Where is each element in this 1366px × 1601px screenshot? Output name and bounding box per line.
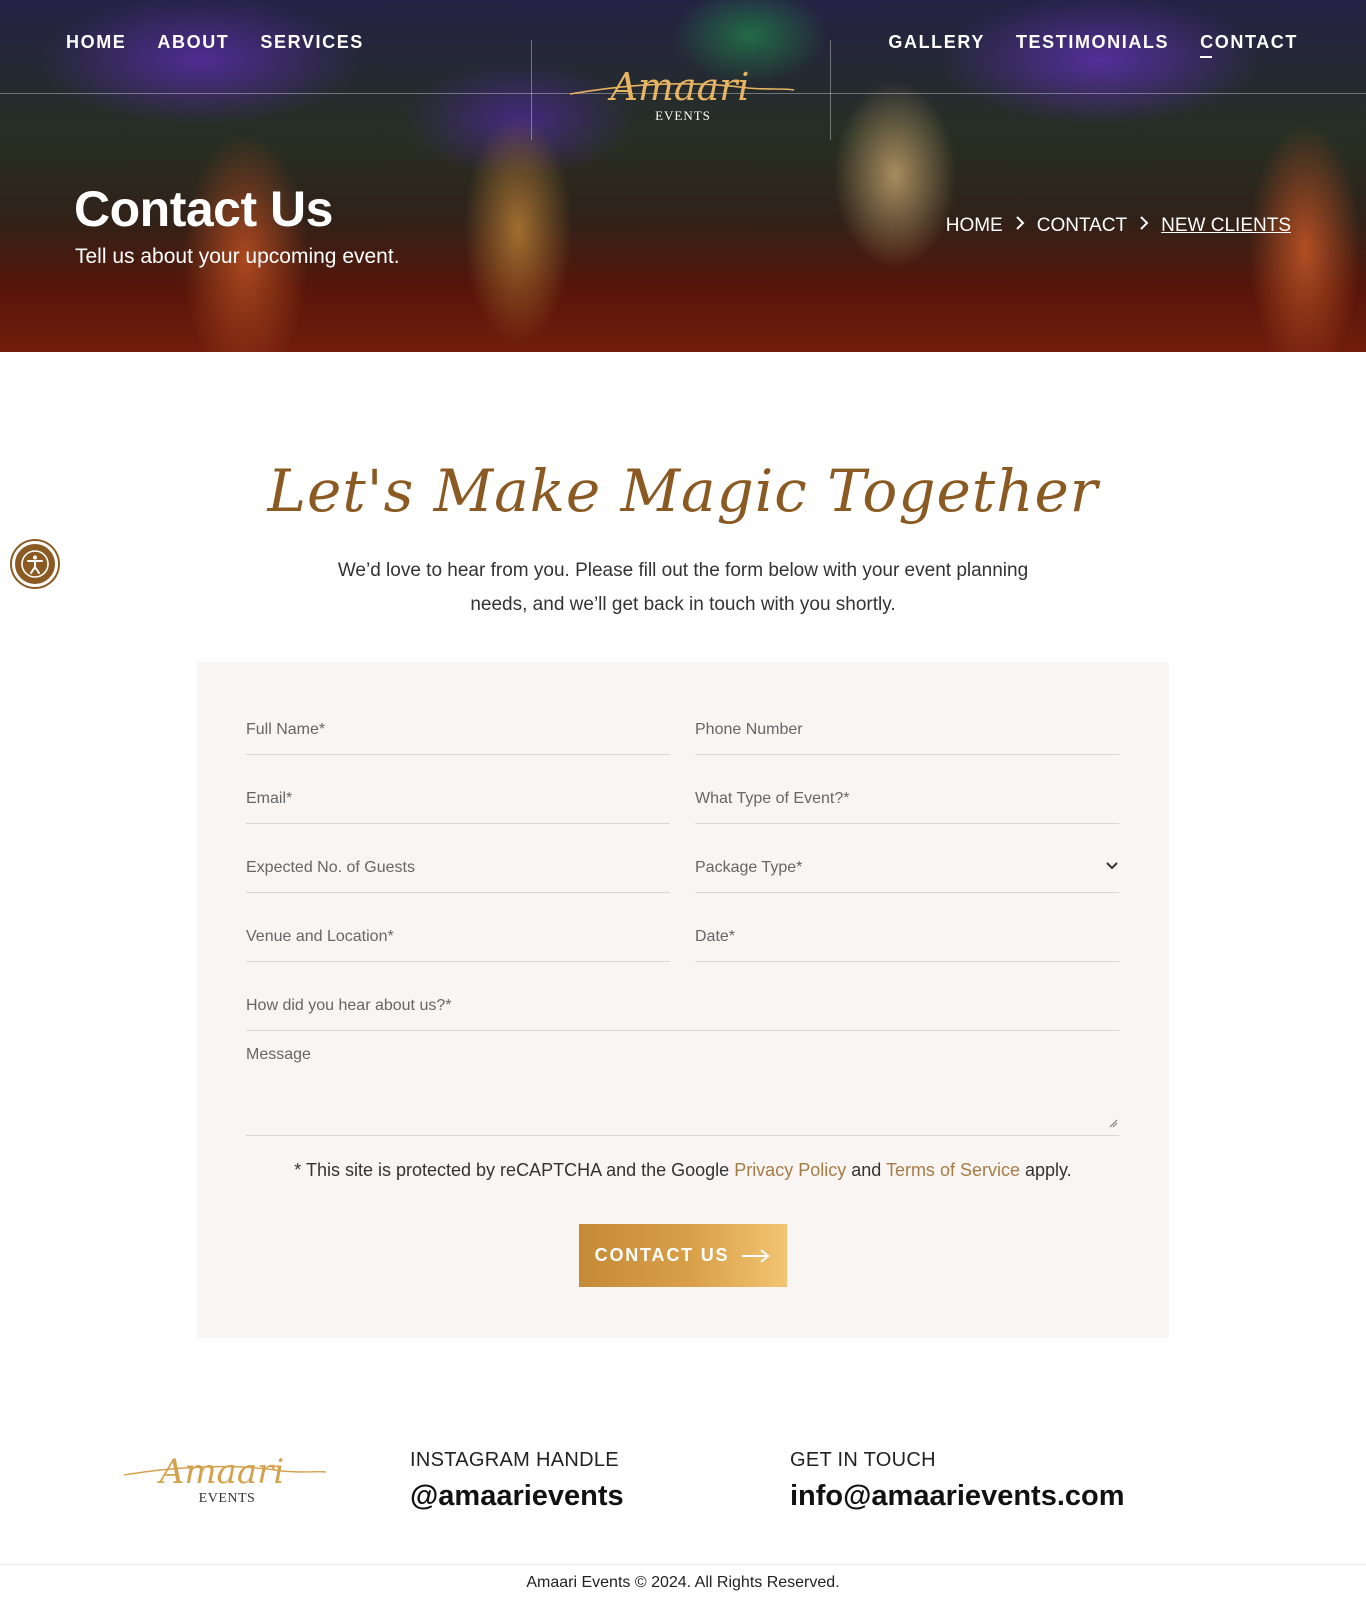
full-name-placeholder: Full Name* bbox=[246, 721, 326, 738]
hear-about-placeholder: How did you hear about us?* bbox=[246, 997, 452, 1014]
hear-about-field[interactable]: How did you hear about us?* bbox=[246, 983, 1119, 1031]
copyright: Amaari Events © 2024. All Rights Reserve… bbox=[526, 1574, 840, 1591]
terms-of-service-link[interactable]: Terms of Service bbox=[886, 1160, 1020, 1180]
package-type-select[interactable]: Package Type* bbox=[695, 845, 1119, 893]
recaptcha-and: and bbox=[846, 1160, 886, 1180]
footer-logo-subtitle: EVENTS bbox=[198, 1491, 256, 1506]
nav-left: HOME ABOUT SERVICES bbox=[66, 32, 395, 53]
nav-gallery[interactable]: GALLERY bbox=[888, 32, 985, 53]
date-field[interactable]: Date* bbox=[695, 914, 1119, 962]
footer-instagram: INSTAGRAM HANDLE @amaarievents bbox=[410, 1449, 624, 1513]
instagram-link[interactable]: @amaarievents bbox=[410, 1480, 624, 1513]
venue-placeholder: Venue and Location* bbox=[246, 928, 394, 945]
footer-logo[interactable]: Amaari EVENTS bbox=[122, 1451, 328, 1511]
contact-label: GET IN TOUCH bbox=[790, 1449, 936, 1471]
event-type-placeholder: What Type of Event?* bbox=[695, 790, 850, 807]
svg-text:Amaari: Amaari bbox=[607, 66, 749, 109]
page-subtitle: Tell us about your upcoming event. bbox=[75, 245, 400, 268]
message-placeholder: Message bbox=[246, 1046, 311, 1063]
nav-right: GALLERY TESTIMONIALS CONTACT bbox=[888, 32, 1298, 58]
recaptcha-apply: apply. bbox=[1019, 1160, 1072, 1180]
nav-contact[interactable]: CONTACT bbox=[1200, 32, 1298, 58]
svg-text:Let's Make Magic Together: Let's Make Magic Together bbox=[267, 457, 1101, 525]
package-type-placeholder: Package Type* bbox=[695, 859, 803, 876]
intro-text: We’d love to hear from you. Please fill … bbox=[337, 560, 1029, 615]
accessibility-icon bbox=[21, 550, 49, 578]
section-heading: Let's Make Magic Together bbox=[267, 457, 1101, 525]
breadcrumb: HOME CONTACT NEW CLIENTS bbox=[946, 215, 1291, 237]
contact-form: Full Name* Phone Number Email* What Type… bbox=[197, 662, 1169, 1338]
footer-divider bbox=[0, 1564, 1366, 1565]
nav-testimonials[interactable]: TESTIMONIALS bbox=[1016, 32, 1169, 53]
arrow-right-icon bbox=[742, 1248, 770, 1263]
header-logo[interactable]: Amaari EVENTS bbox=[568, 65, 798, 130]
email-field[interactable]: Email* bbox=[246, 776, 670, 824]
venue-field[interactable]: Venue and Location* bbox=[246, 914, 670, 962]
guests-placeholder: Expected No. of Guests bbox=[246, 859, 415, 876]
event-type-field[interactable]: What Type of Event?* bbox=[695, 776, 1119, 824]
breadcrumb-home[interactable]: HOME bbox=[946, 215, 1003, 237]
nav-services[interactable]: SERVICES bbox=[260, 32, 364, 53]
nav-about[interactable]: ABOUT bbox=[157, 32, 229, 53]
date-placeholder: Date* bbox=[695, 928, 736, 945]
chevron-right-icon bbox=[1133, 215, 1155, 237]
message-textarea[interactable]: Message bbox=[246, 1036, 1119, 1136]
recaptcha-text: * This site is protected by reCAPTCHA an… bbox=[294, 1160, 735, 1180]
contact-us-button-label: CONTACT US bbox=[594, 1245, 730, 1265]
footer-contact: GET IN TOUCH info@amaarievents.com bbox=[790, 1449, 1125, 1513]
breadcrumb-contact[interactable]: CONTACT bbox=[1037, 215, 1127, 237]
recaptcha-notice: * This site is protected by reCAPTCHA an… bbox=[197, 1160, 1169, 1181]
logo-subtitle: EVENTS bbox=[655, 108, 711, 123]
privacy-policy-link[interactable]: Privacy Policy bbox=[734, 1160, 846, 1180]
instagram-label: INSTAGRAM HANDLE bbox=[410, 1449, 619, 1471]
contact-us-button[interactable]: CONTACT US bbox=[579, 1224, 787, 1287]
accessibility-button[interactable] bbox=[12, 541, 58, 587]
phone-field[interactable]: Phone Number bbox=[695, 707, 1119, 755]
chevron-right-icon bbox=[1009, 215, 1031, 237]
phone-placeholder: Phone Number bbox=[695, 721, 803, 738]
nav-home[interactable]: HOME bbox=[66, 32, 126, 53]
email-placeholder: Email* bbox=[246, 790, 293, 807]
guests-field[interactable]: Expected No. of Guests bbox=[246, 845, 670, 893]
breadcrumb-new-clients[interactable]: NEW CLIENTS bbox=[1161, 215, 1291, 237]
svg-text:Amaari: Amaari bbox=[157, 1452, 284, 1492]
page-title: Contact Us bbox=[74, 181, 333, 237]
email-link[interactable]: info@amaarievents.com bbox=[790, 1480, 1125, 1513]
full-name-field[interactable]: Full Name* bbox=[246, 707, 670, 755]
resize-handle-icon[interactable] bbox=[1108, 1115, 1118, 1133]
chevron-down-icon bbox=[1105, 859, 1119, 878]
